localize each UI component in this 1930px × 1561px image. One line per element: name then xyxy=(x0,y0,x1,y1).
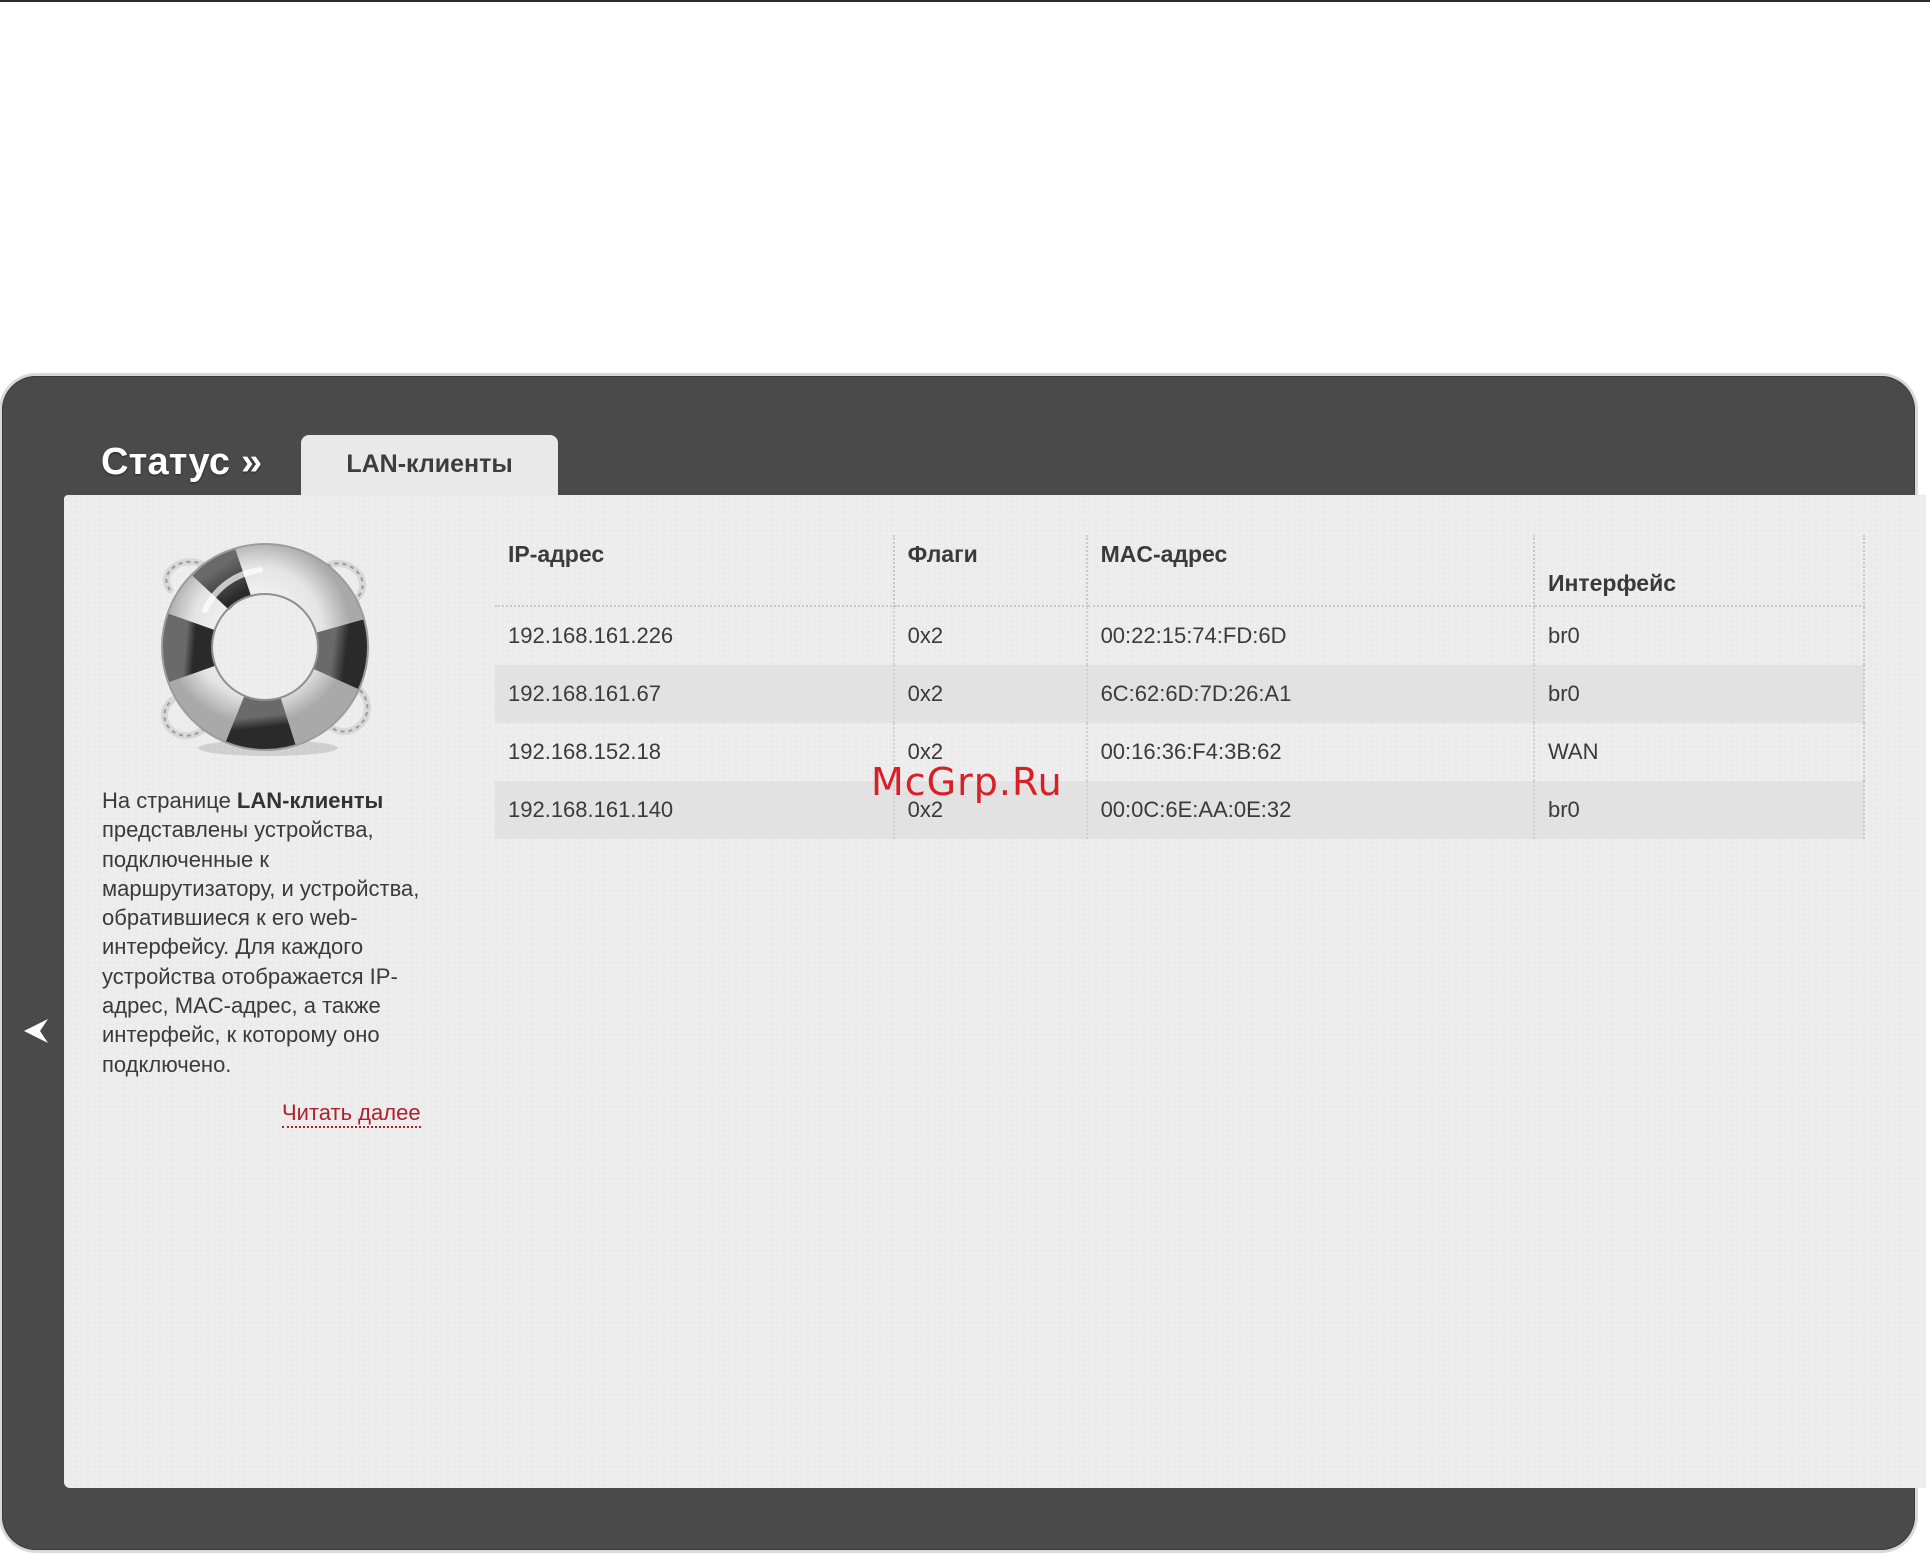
help-rest: представлены устройства, подключенные к … xyxy=(102,817,420,1077)
column-header-flags[interactable]: Флаги xyxy=(893,535,1088,607)
tab-lan-clients[interactable]: LAN-клиенты xyxy=(301,435,558,496)
read-more-link[interactable]: Читать далее xyxy=(282,1100,421,1128)
back-arrow-icon[interactable] xyxy=(18,1013,54,1049)
lan-clients-table: IP-адрес Флаги MAC-адрес Интерфейс 192.1… xyxy=(495,535,1866,839)
cell-interface: br0 xyxy=(1533,606,1866,665)
table-header-row: IP-адрес Флаги MAC-адрес Интерфейс xyxy=(495,535,1866,607)
table-row[interactable]: 192.168.161.226 0x2 00:22:15:74:FD:6D br… xyxy=(495,606,1866,665)
cell-flags: 0x2 xyxy=(893,606,1088,665)
cell-ip: 192.168.161.140 xyxy=(495,781,895,839)
column-header-mac[interactable]: MAC-адрес xyxy=(1086,535,1535,607)
help-intro: На странице xyxy=(102,788,237,813)
cell-mac: 00:0C:6E:AA:0E:32 xyxy=(1086,781,1535,839)
cell-mac: 6C:62:6D:7D:26:A1 xyxy=(1086,665,1535,723)
cell-ip: 192.168.161.226 xyxy=(495,606,895,665)
watermark-text: McGrp.Ru xyxy=(871,760,1063,804)
help-bold: LAN-клиенты xyxy=(236,788,384,813)
top-divider xyxy=(0,0,1930,2)
cell-ip: 192.168.152.18 xyxy=(495,723,895,781)
cell-interface: br0 xyxy=(1533,665,1866,723)
lifebuoy-icon xyxy=(160,543,371,756)
cell-interface: WAN xyxy=(1533,723,1866,781)
cell-mac: 00:22:15:74:FD:6D xyxy=(1086,606,1535,665)
cell-flags: 0x2 xyxy=(893,665,1088,723)
column-header-ip[interactable]: IP-адрес xyxy=(495,535,895,607)
column-header-interface[interactable]: Интерфейс xyxy=(1533,535,1866,607)
table-row[interactable]: 192.168.152.18 0x2 00:16:36:F4:3B:62 WAN xyxy=(495,723,1866,781)
section-title[interactable]: Статус » xyxy=(101,441,262,484)
cell-interface: br0 xyxy=(1533,781,1866,839)
cell-mac: 00:16:36:F4:3B:62 xyxy=(1086,723,1535,781)
table-row[interactable]: 192.168.161.140 0x2 00:0C:6E:AA:0E:32 br… xyxy=(495,781,1866,839)
table-row[interactable]: 192.168.161.67 0x2 6C:62:6D:7D:26:A1 br0 xyxy=(495,665,1866,723)
help-description: На странице LAN-клиенты представлены уст… xyxy=(102,786,442,1079)
cell-ip: 192.168.161.67 xyxy=(495,665,895,723)
